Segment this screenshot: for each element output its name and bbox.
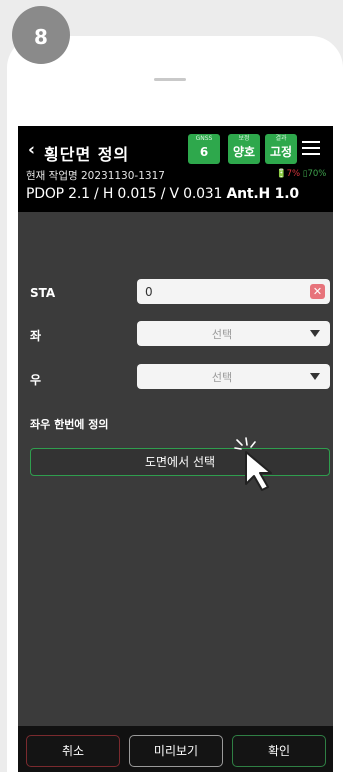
menu-icon[interactable] [302,141,320,155]
right-select[interactable]: 선택 [137,364,330,389]
fix-label: 결과 [275,135,287,142]
fix-badge: 결과 고정 [265,134,297,164]
phone-battery: ▯70% [302,169,327,179]
preview-button[interactable]: 미리보기 [129,735,223,767]
step-badge: 8 [12,6,70,64]
battery-status: 🔋7% ▯70% [276,169,326,179]
chevron-down-icon [310,373,320,380]
right-label: 우 [30,373,42,387]
left-select-value: 선택 [211,328,233,341]
right-select-value: 선택 [211,371,233,384]
left-select[interactable]: 선택 [137,321,330,346]
back-icon[interactable]: ‹ [28,140,35,160]
left-label: 좌 [30,329,42,343]
gnss-badge: GNSS 6 [188,134,220,164]
phone-frame: ‹ 횡단면 정의 GNSS 6 보정 양호 결과 고정 현재 작업명 20231… [7,36,343,772]
chevron-down-icon [310,330,320,337]
cancel-button[interactable]: 취소 [26,735,120,767]
sta-field[interactable]: ✕ [137,279,330,304]
confirm-button[interactable]: 확인 [232,735,326,767]
page-title: 횡단면 정의 [44,145,130,164]
cursor-icon [234,437,272,491]
bottom-bar: 취소 미리보기 확인 [18,726,333,772]
correction-value: 양호 [232,145,256,159]
gnss-value: 6 [199,145,209,159]
precision-readout: PDOP 2.1 / H 0.015 / V 0.031 Ant.H 1.0 [26,186,299,202]
define-both-title: 좌우 한번에 정의 [30,418,109,431]
top-bar: ‹ 횡단면 정의 GNSS 6 보정 양호 결과 고정 현재 작업명 20231… [18,126,333,212]
correction-label: 보정 [238,135,250,142]
clear-icon[interactable]: ✕ [310,284,325,299]
pdop-text: PDOP 2.1 / H 0.015 / V 0.031 [26,186,223,202]
correction-badge: 보정 양호 [228,134,260,164]
screen: ‹ 횡단면 정의 GNSS 6 보정 양호 결과 고정 현재 작업명 20231… [18,126,333,772]
sta-label: STA [30,286,56,300]
device-battery: 🔋7% [276,169,301,179]
gnss-label: GNSS [195,135,213,142]
job-name: 현재 작업명 20231130-1317 [26,170,165,182]
antenna-height: Ant.H 1.0 [226,186,299,202]
sta-input[interactable] [145,283,295,300]
drag-handle[interactable] [154,78,186,81]
fix-value: 고정 [269,145,293,159]
